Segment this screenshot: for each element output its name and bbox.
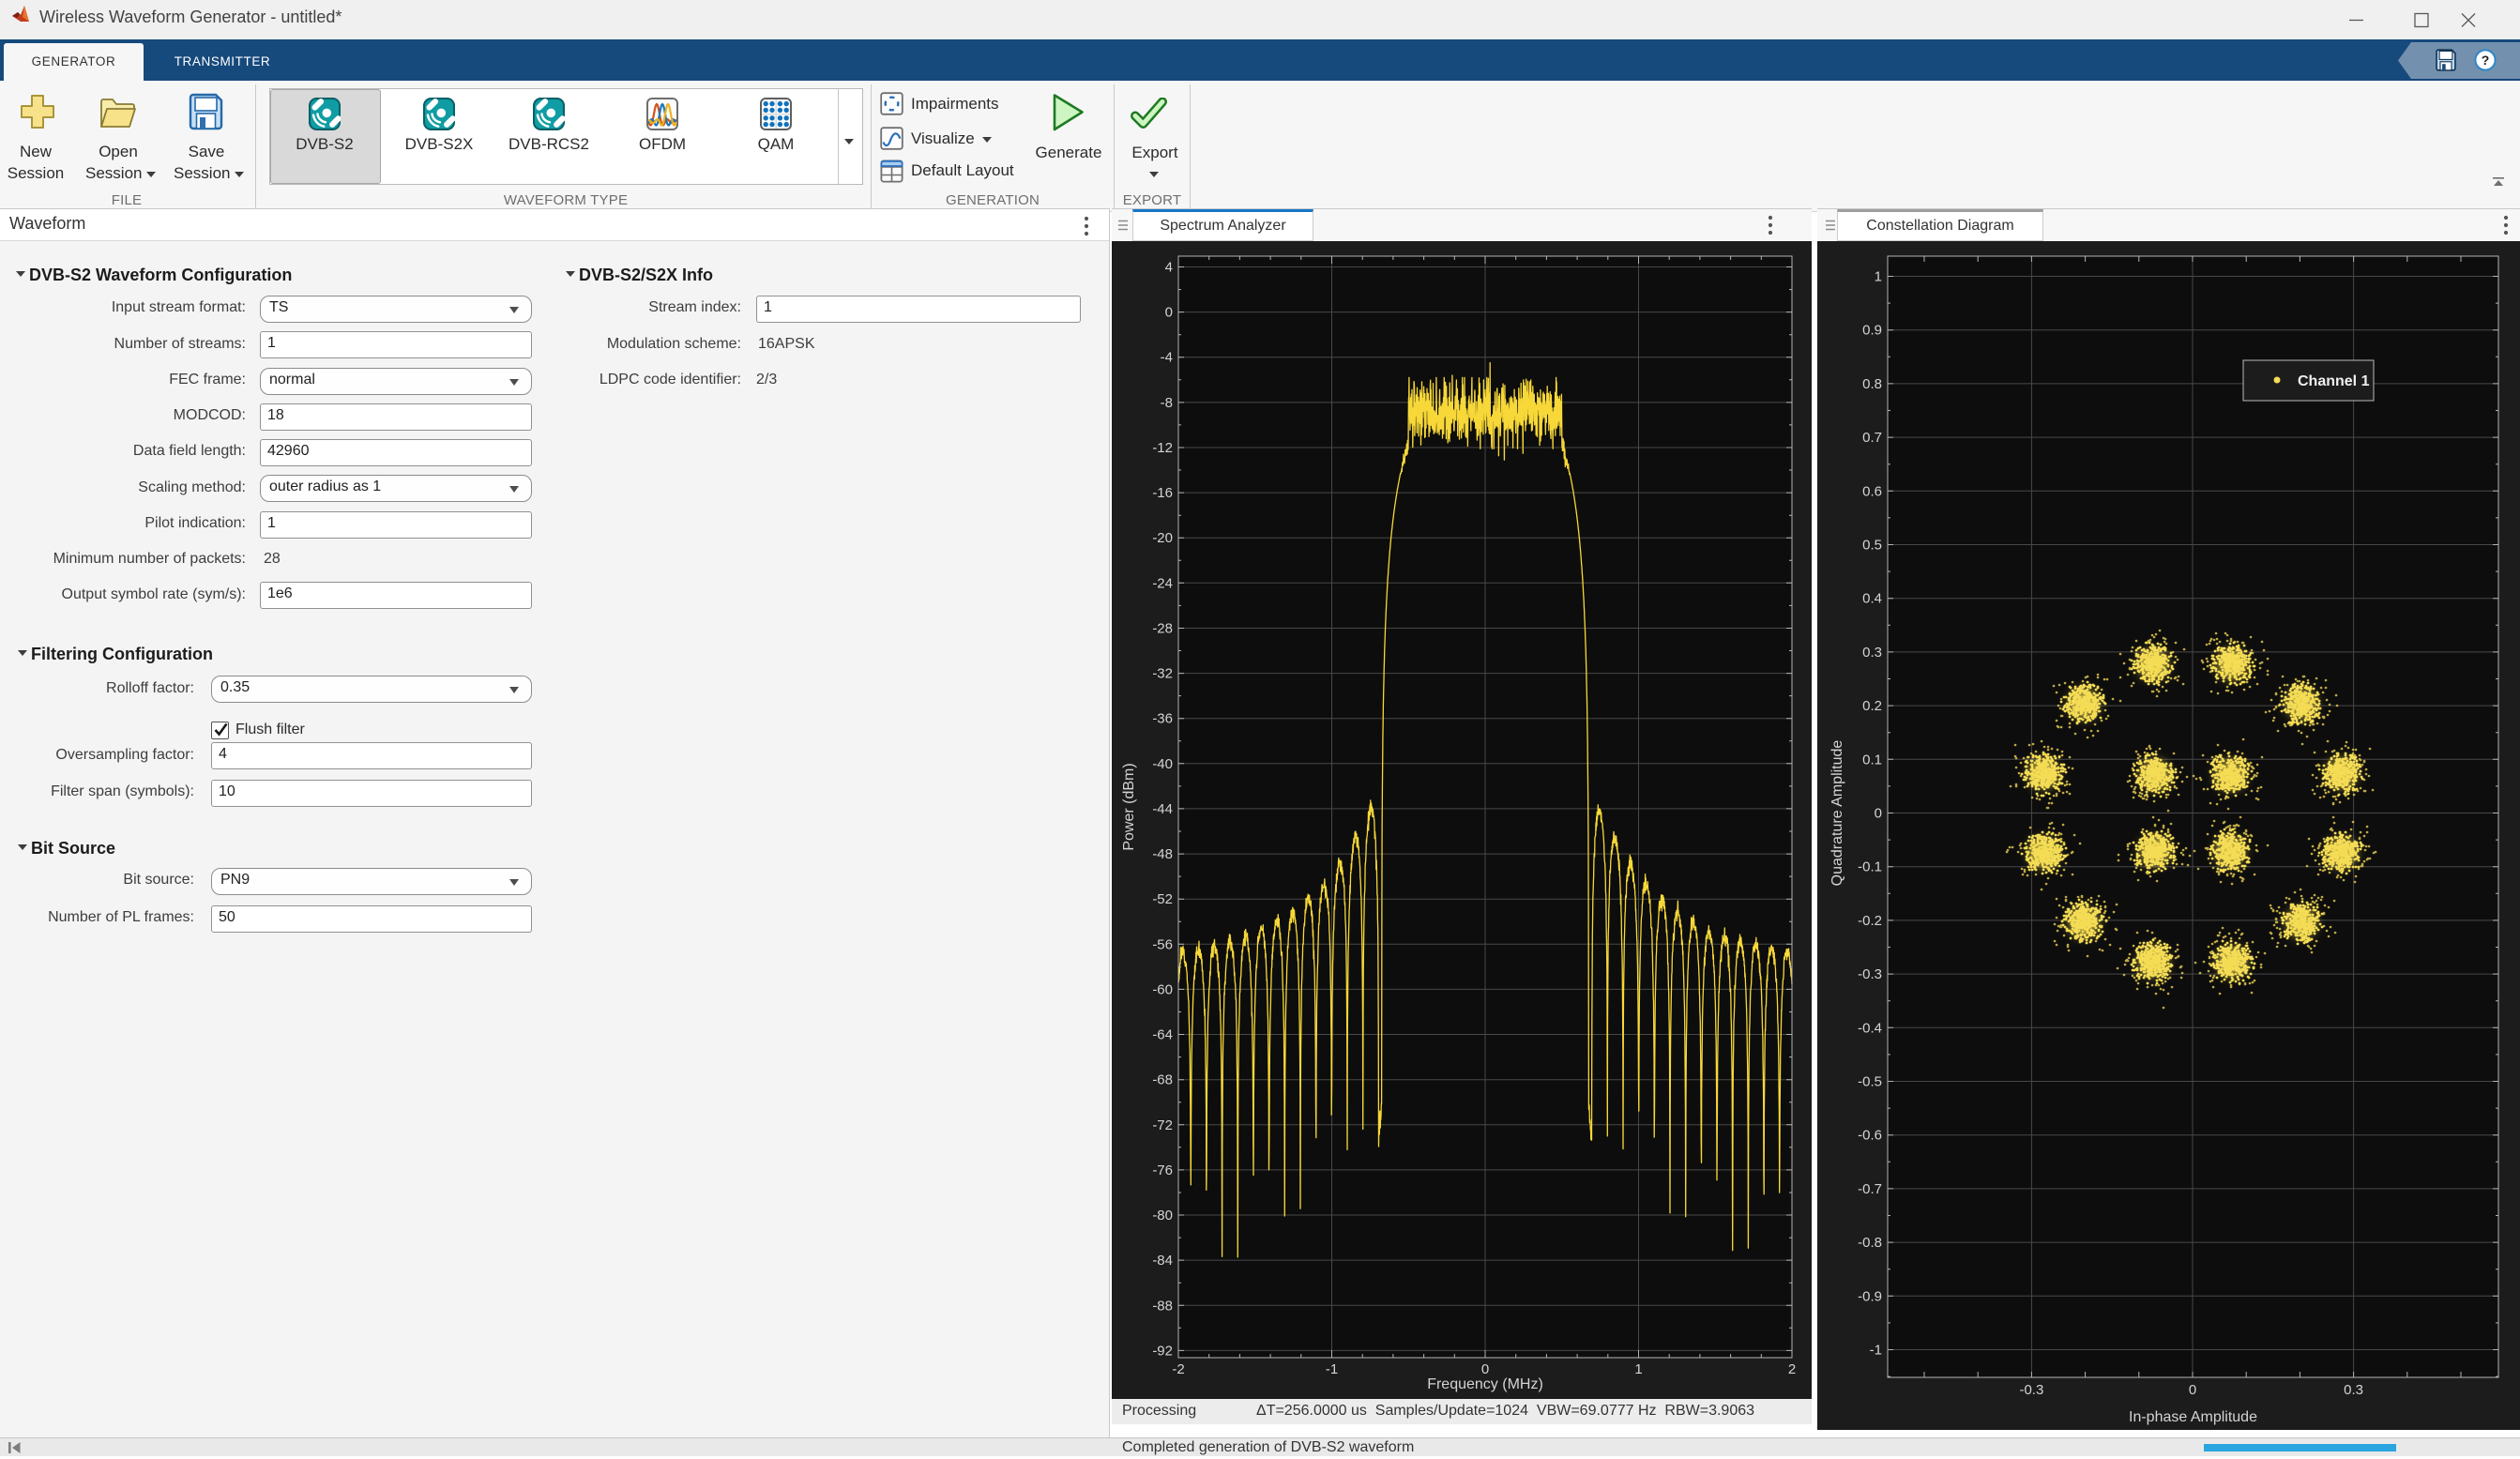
svg-text:0.7: 0.7 [1862,430,1882,446]
svg-text:-0.9: -0.9 [1858,1288,1882,1304]
svg-text:-88: -88 [1152,1298,1173,1314]
svg-text:-8: -8 [1161,395,1173,411]
svg-text:-76: -76 [1152,1163,1173,1178]
svg-text:-28: -28 [1152,621,1173,637]
svg-text:-0.7: -0.7 [1858,1181,1882,1197]
svg-text:Channel 1: Channel 1 [2298,373,2370,389]
svg-text:0.4: 0.4 [1862,591,1882,607]
svg-text:In-phase Amplitude: In-phase Amplitude [2129,1409,2257,1425]
svg-text:-1: -1 [1870,1343,1882,1359]
svg-text:0.1: 0.1 [1862,752,1882,767]
svg-text:-0.2: -0.2 [1858,913,1882,929]
svg-text:-60: -60 [1152,981,1173,997]
svg-text:0.3: 0.3 [2344,1382,2363,1398]
svg-text:0: 0 [1481,1361,1489,1377]
svg-text:Frequency (MHz): Frequency (MHz) [1427,1376,1543,1392]
svg-text:0.9: 0.9 [1862,323,1882,339]
svg-text:-72: -72 [1152,1117,1173,1133]
svg-text:-4: -4 [1161,350,1173,366]
svg-text:-44: -44 [1152,801,1173,817]
svg-text:-32: -32 [1152,666,1173,682]
svg-text:-1: -1 [1326,1361,1338,1377]
svg-text:-56: -56 [1152,936,1173,952]
svg-text:-12: -12 [1152,440,1173,456]
svg-text:0.5: 0.5 [1862,538,1882,554]
svg-text:-52: -52 [1152,891,1173,907]
svg-text:-0.3: -0.3 [2019,1382,2043,1398]
svg-text:-36: -36 [1152,711,1173,727]
svg-text:1: 1 [1875,269,1882,285]
svg-text:-0.4: -0.4 [1858,1020,1882,1036]
svg-text:Power (dBm): Power (dBm) [1121,763,1137,850]
svg-text:-48: -48 [1152,846,1173,862]
svg-text:0.2: 0.2 [1862,698,1882,714]
svg-text:1: 1 [1634,1361,1642,1377]
svg-text:-64: -64 [1152,1027,1173,1043]
svg-text:0: 0 [1165,305,1173,321]
svg-text:-0.8: -0.8 [1858,1235,1882,1251]
svg-text:?: ? [2482,53,2490,68]
svg-text:0.8: 0.8 [1862,376,1882,392]
svg-text:-24: -24 [1152,575,1173,591]
svg-text:0: 0 [2189,1382,2196,1398]
svg-text:-80: -80 [1152,1208,1173,1223]
svg-text:-68: -68 [1152,1072,1173,1088]
svg-text:-40: -40 [1152,756,1173,772]
svg-text:4: 4 [1165,260,1173,276]
svg-text:-2: -2 [1172,1361,1184,1377]
svg-text:0: 0 [1875,806,1882,822]
svg-text:-16: -16 [1152,485,1173,501]
svg-text:-84: -84 [1152,1253,1173,1269]
svg-text:-0.1: -0.1 [1858,859,1882,875]
svg-text:-0.5: -0.5 [1858,1074,1882,1090]
svg-text:-0.3: -0.3 [1858,966,1882,982]
svg-text:-20: -20 [1152,530,1173,546]
svg-text:0.6: 0.6 [1862,483,1882,499]
svg-text:-0.6: -0.6 [1858,1128,1882,1144]
svg-text:2: 2 [1788,1361,1796,1377]
svg-text:-92: -92 [1152,1343,1173,1359]
svg-text:0.3: 0.3 [1862,645,1882,661]
svg-text:Quadrature Amplitude: Quadrature Amplitude [1829,740,1845,887]
